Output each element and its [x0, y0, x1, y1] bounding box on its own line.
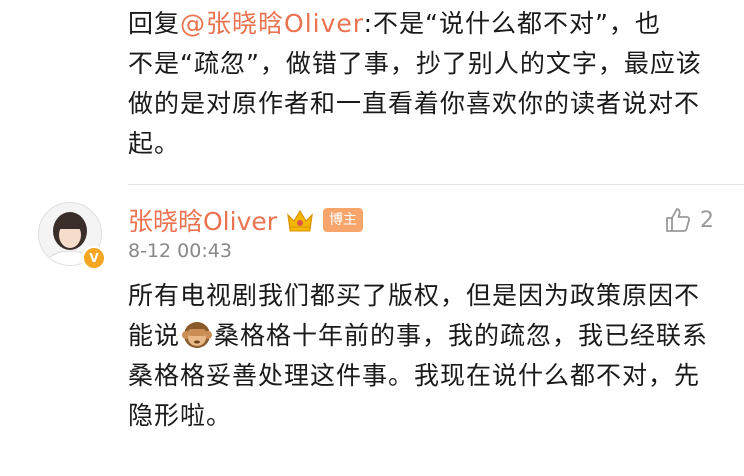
comment-header: 张晓晗Oliver 博主	[128, 200, 364, 240]
reply-text: 回复@张晓晗Oliver:不是“说什么都不对”，也 不是“疏忽”，做错了事，抄了…	[128, 4, 718, 164]
username-link[interactable]: 张晓晗Oliver	[128, 202, 277, 238]
like-count: 2	[700, 207, 714, 233]
reply-text-rest: 不是“疏忽”，做错了事，抄了别人的文字，最应该做的是对原作者和一直看着你喜欢你的…	[128, 49, 702, 158]
timestamp: 8-12 00:43	[128, 240, 232, 262]
blogger-badge: 博主	[323, 208, 364, 232]
crown-icon	[287, 209, 313, 232]
like-button[interactable]: 2	[664, 206, 714, 234]
verified-badge-icon: V	[82, 246, 106, 270]
comment-text: 所有电视剧我们都买了版权，但是因为政策原因不能说 桑格格十年前的事，我的疏忽，我…	[128, 276, 718, 436]
comment-text-part2: 桑格格十年前的事，我的疏忽，我已经联系桑格格妥善处理这件事。我现在说什么都不对，…	[128, 321, 709, 430]
monkey-see-no-evil-icon	[182, 322, 213, 348]
reply-prefix: 回复	[128, 9, 181, 38]
mention-link[interactable]: @张晓晗Oliver	[180, 9, 364, 38]
reply-text-line1: :不是“说什么都不对”，也	[363, 9, 661, 38]
thumbs-up-icon	[666, 208, 691, 232]
divider	[128, 184, 744, 185]
